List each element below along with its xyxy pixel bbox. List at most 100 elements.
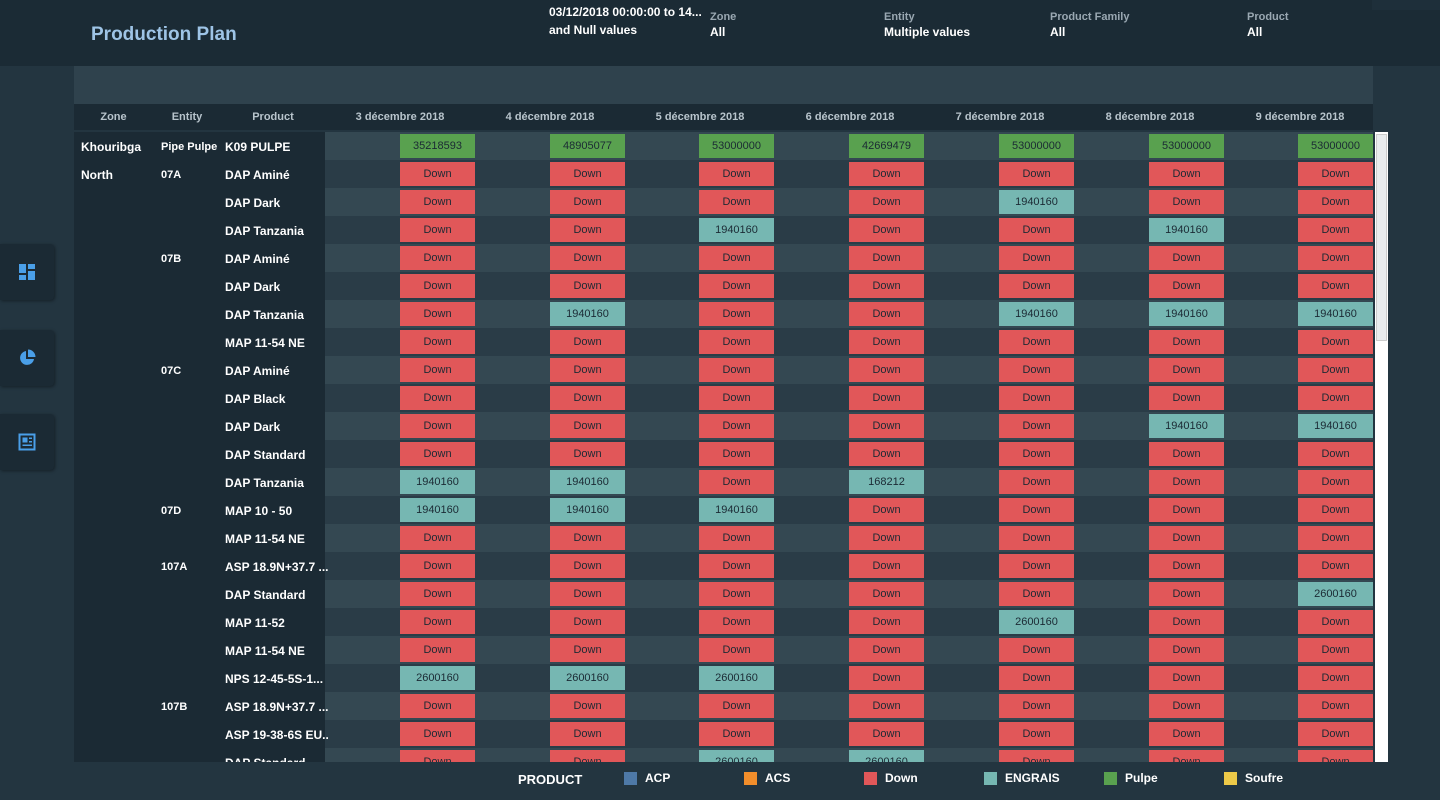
plan-cell[interactable]: Down — [849, 246, 924, 270]
plan-cell[interactable]: Down — [849, 386, 924, 410]
pie-chart-button[interactable] — [0, 330, 54, 386]
plan-cell[interactable]: Down — [550, 582, 625, 606]
plan-cell[interactable]: Down — [849, 554, 924, 578]
plan-cell[interactable]: Down — [1149, 498, 1224, 522]
plan-cell[interactable]: Down — [550, 638, 625, 662]
plan-cell[interactable]: Down — [699, 162, 774, 186]
plan-cell[interactable]: Down — [1149, 386, 1224, 410]
plan-cell[interactable]: Down — [849, 582, 924, 606]
plan-cell[interactable]: 35218593 — [400, 134, 475, 158]
plan-cell[interactable]: Down — [400, 722, 475, 746]
plan-cell[interactable]: Down — [1298, 610, 1373, 634]
plan-cell[interactable]: Down — [999, 694, 1074, 718]
plan-cell[interactable]: Down — [999, 442, 1074, 466]
plan-cell[interactable]: 1940160 — [699, 218, 774, 242]
plan-cell[interactable]: Down — [699, 610, 774, 634]
plan-cell[interactable]: Down — [550, 330, 625, 354]
plan-cell[interactable]: Down — [550, 722, 625, 746]
entity-filter[interactable]: Entity Multiple values — [884, 11, 970, 39]
plan-cell[interactable]: Down — [1298, 722, 1373, 746]
column-header-zone[interactable]: Zone — [74, 111, 153, 123]
plan-cell[interactable]: Down — [1298, 554, 1373, 578]
plan-cell[interactable]: Down — [550, 610, 625, 634]
plan-cell[interactable]: 1940160 — [1149, 414, 1224, 438]
plan-cell[interactable]: Down — [400, 554, 475, 578]
plan-cell[interactable]: Down — [1298, 246, 1373, 270]
plan-cell[interactable]: 1940160 — [699, 498, 774, 522]
plan-cell[interactable]: Down — [1149, 190, 1224, 214]
plan-cell[interactable]: 2600160 — [400, 666, 475, 690]
plan-cell[interactable]: Down — [1149, 162, 1224, 186]
plan-cell[interactable]: Down — [849, 526, 924, 550]
product-filter[interactable]: Product All — [1247, 11, 1289, 39]
zone-filter[interactable]: Zone All — [710, 11, 736, 39]
plan-cell[interactable]: Down — [699, 386, 774, 410]
plan-cell[interactable]: Down — [999, 274, 1074, 298]
plan-cell[interactable]: Down — [550, 442, 625, 466]
plan-cell[interactable]: Down — [1298, 470, 1373, 494]
plan-cell[interactable]: Down — [400, 386, 475, 410]
plan-cell[interactable]: Down — [849, 218, 924, 242]
plan-cell[interactable]: Down — [699, 358, 774, 382]
plan-cell[interactable]: 1940160 — [1298, 414, 1373, 438]
legend-item-acp[interactable]: ACP — [624, 771, 670, 785]
plan-cell[interactable]: Down — [400, 274, 475, 298]
plan-cell[interactable]: Down — [699, 442, 774, 466]
plan-cell[interactable]: Down — [699, 274, 774, 298]
plan-cell[interactable]: Down — [849, 666, 924, 690]
plan-cell[interactable]: 53000000 — [699, 134, 774, 158]
plan-cell[interactable]: Down — [999, 498, 1074, 522]
scrollbar-thumb[interactable] — [1376, 134, 1387, 341]
plan-cell[interactable]: Down — [400, 414, 475, 438]
plan-cell[interactable]: Down — [400, 218, 475, 242]
plan-cell[interactable]: 2600160 — [699, 666, 774, 690]
plan-cell[interactable]: Down — [849, 610, 924, 634]
column-header-date[interactable]: 4 décembre 2018 — [475, 111, 625, 123]
plan-cell[interactable]: Down — [400, 246, 475, 270]
plan-cell[interactable]: Down — [999, 554, 1074, 578]
plan-cell[interactable]: Down — [1149, 526, 1224, 550]
plan-cell[interactable]: Down — [550, 414, 625, 438]
plan-cell[interactable]: 1940160 — [1149, 302, 1224, 326]
plan-cell[interactable]: Down — [550, 694, 625, 718]
plan-cell[interactable]: Down — [550, 218, 625, 242]
plan-cell[interactable]: Down — [400, 694, 475, 718]
plan-cell[interactable]: Down — [400, 638, 475, 662]
column-header-date[interactable]: 9 décembre 2018 — [1225, 111, 1375, 123]
plan-cell[interactable]: Down — [400, 330, 475, 354]
plan-cell[interactable]: 2600160 — [699, 750, 774, 762]
plan-cell[interactable]: Down — [699, 554, 774, 578]
plan-cell[interactable]: Down — [999, 638, 1074, 662]
date-range-filter[interactable]: 03/12/2018 00:00:00 to 14... and Null va… — [549, 3, 702, 39]
plan-cell[interactable]: Down — [849, 498, 924, 522]
plan-cell[interactable]: Down — [699, 526, 774, 550]
plan-cell[interactable]: Down — [1149, 610, 1224, 634]
column-header-product[interactable]: Product — [221, 111, 325, 123]
plan-cell[interactable]: Down — [400, 610, 475, 634]
legend-item-engrais[interactable]: ENGRAIS — [984, 771, 1060, 785]
plan-cell[interactable]: Down — [1149, 246, 1224, 270]
plan-cell[interactable]: Down — [1149, 582, 1224, 606]
plan-cell[interactable]: Down — [699, 470, 774, 494]
plan-cell[interactable]: Down — [849, 414, 924, 438]
plan-cell[interactable]: Down — [1149, 694, 1224, 718]
plan-cell[interactable]: Down — [849, 358, 924, 382]
legend-item-pulpe[interactable]: Pulpe — [1104, 771, 1158, 785]
plan-cell[interactable]: Down — [550, 526, 625, 550]
plan-cell[interactable]: Down — [999, 162, 1074, 186]
plan-cell[interactable]: Down — [1149, 330, 1224, 354]
plan-cell[interactable]: 1940160 — [550, 470, 625, 494]
plan-cell[interactable]: Down — [699, 246, 774, 270]
plan-cell[interactable]: Down — [999, 750, 1074, 762]
plan-cell[interactable]: 42669479 — [849, 134, 924, 158]
product-family-filter[interactable]: Product Family All — [1050, 11, 1129, 39]
plan-cell[interactable]: Down — [999, 218, 1074, 242]
plan-cell[interactable]: Down — [1149, 666, 1224, 690]
plan-cell[interactable]: 1940160 — [400, 498, 475, 522]
plan-cell[interactable]: Down — [1298, 666, 1373, 690]
plan-cell[interactable]: 2600160 — [999, 610, 1074, 634]
plan-cell[interactable]: Down — [1149, 750, 1224, 762]
column-header-date[interactable]: 6 décembre 2018 — [775, 111, 925, 123]
plan-cell[interactable]: Down — [1149, 274, 1224, 298]
plan-cell[interactable]: Down — [1298, 526, 1373, 550]
